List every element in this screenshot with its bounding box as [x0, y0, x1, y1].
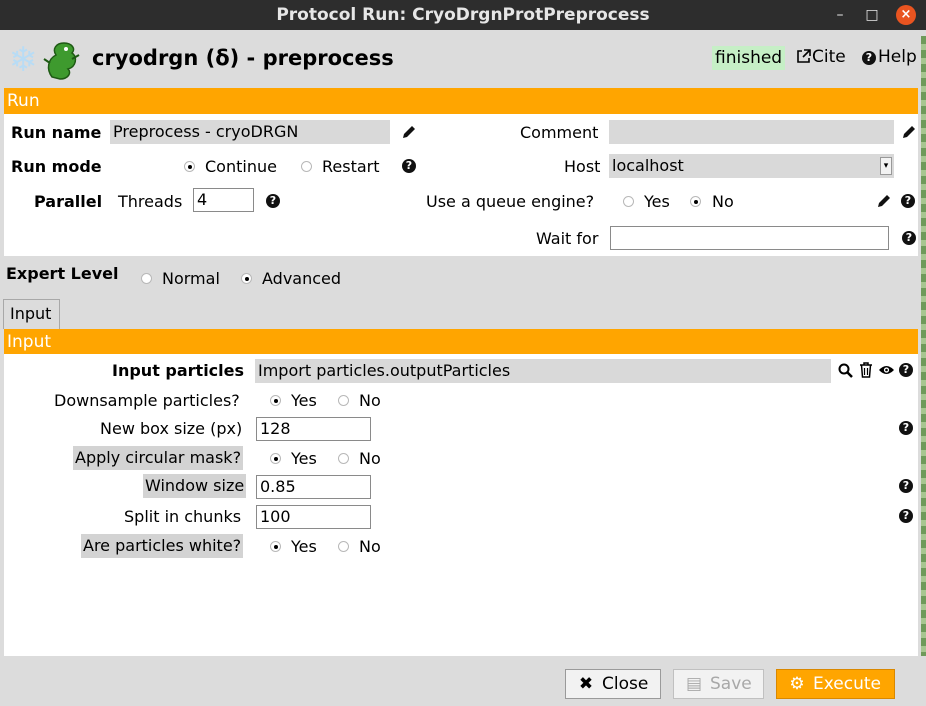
pencil-icon[interactable]: [401, 124, 417, 140]
input-section-header: Input: [4, 329, 918, 355]
close-window-icon[interactable]: ×: [896, 5, 916, 25]
window-size-help-icon[interactable]: ?: [899, 479, 913, 493]
threads-label: Threads: [118, 192, 183, 211]
close-button[interactable]: ✖ Close: [565, 669, 661, 699]
search-icon[interactable]: [838, 363, 853, 378]
box-size-help-icon[interactable]: ?: [899, 421, 913, 435]
downsample-yes-radio[interactable]: [270, 395, 281, 406]
expert-advanced-label: Advanced: [262, 269, 342, 288]
execute-button[interactable]: ⚙ Execute: [776, 669, 895, 699]
threads-help-icon[interactable]: ?: [266, 194, 280, 208]
parallel-label: Parallel: [34, 192, 103, 211]
run-mode-restart-label: Restart: [322, 157, 380, 176]
expert-level-label: Expert Level: [6, 264, 119, 283]
chunks-label: Split in chunks: [124, 507, 242, 526]
wait-for-help-icon[interactable]: ?: [902, 231, 916, 245]
white-yes-radio[interactable]: [270, 541, 281, 552]
mask-no-radio[interactable]: [338, 453, 349, 464]
save-button-label: Save: [710, 674, 752, 694]
mask-yes-radio[interactable]: [270, 453, 281, 464]
background-window-edge: [921, 36, 926, 656]
comment-field[interactable]: [609, 120, 894, 144]
window-size-input[interactable]: 0.85: [256, 475, 371, 499]
help-label: Help: [878, 47, 917, 67]
comment-pencil-icon[interactable]: [901, 124, 917, 140]
threads-input[interactable]: 4: [193, 188, 254, 212]
wait-for-label: Wait for: [536, 229, 599, 248]
downsample-no-radio[interactable]: [338, 395, 349, 406]
mask-no-label: No: [359, 449, 381, 468]
window-size-label: Window size: [143, 474, 247, 498]
input-particles-field[interactable]: Import particles.outputParticles: [255, 359, 831, 383]
cite-label: Cite: [812, 47, 846, 67]
maximize-icon[interactable]: □: [864, 7, 880, 23]
save-icon: ▤: [685, 674, 703, 694]
external-link-icon: [797, 49, 811, 63]
queue-no-radio[interactable]: [690, 196, 701, 207]
queue-label: Use a queue engine?: [426, 192, 595, 211]
run-name-label: Run name: [11, 123, 102, 142]
white-particles-label: Are particles white?: [81, 534, 244, 558]
downsample-label: Downsample particles?: [54, 391, 240, 410]
white-yes-label: Yes: [291, 537, 317, 556]
downsample-yes-label: Yes: [291, 391, 317, 410]
mask-yes-label: Yes: [291, 449, 317, 468]
mask-label: Apply circular mask?: [73, 446, 244, 470]
window-title: Protocol Run: CryoDrgnProtPreprocess: [276, 5, 650, 25]
run-mode-help-icon[interactable]: ?: [402, 159, 416, 173]
status-badge: finished: [712, 46, 786, 70]
queue-pencil-icon[interactable]: [876, 193, 892, 209]
queue-no-label: No: [712, 192, 734, 211]
run-mode-continue-radio[interactable]: [184, 161, 195, 172]
queue-yes-radio[interactable]: [623, 196, 634, 207]
expert-normal-label: Normal: [162, 269, 220, 288]
eye-icon[interactable]: [878, 364, 895, 376]
trash-icon[interactable]: [859, 362, 873, 378]
chunks-input[interactable]: 100: [256, 505, 371, 529]
box-size-label: New box size (px): [100, 419, 243, 438]
snowflake-logo-icon: ❄: [8, 40, 38, 80]
queue-yes-label: Yes: [644, 192, 670, 211]
host-label: Host: [564, 157, 601, 176]
execute-button-label: Execute: [813, 674, 881, 694]
downsample-no-label: No: [359, 391, 381, 410]
host-select[interactable]: localhost: [609, 154, 894, 178]
close-icon: ✖: [578, 674, 594, 694]
help-link[interactable]: ? Help: [862, 47, 917, 67]
input-particles-help-icon[interactable]: ?: [899, 363, 913, 377]
run-section-header: Run: [4, 88, 918, 114]
close-button-label: Close: [602, 674, 649, 694]
minimize-icon[interactable]: –: [832, 7, 848, 23]
expert-advanced-radio[interactable]: [241, 273, 252, 284]
white-no-radio[interactable]: [338, 541, 349, 552]
help-icon: ?: [862, 51, 876, 65]
white-no-label: No: [359, 537, 381, 556]
comment-label: Comment: [520, 123, 599, 142]
window-titlebar: Protocol Run: CryoDrgnProtPreprocess – □…: [0, 0, 926, 30]
chunks-help-icon[interactable]: ?: [899, 509, 913, 523]
chevron-down-icon[interactable]: ▾: [880, 157, 892, 175]
dragon-logo-icon: [43, 42, 80, 80]
box-size-input[interactable]: 128: [256, 417, 371, 441]
cite-link[interactable]: Cite: [796, 47, 846, 67]
run-name-field[interactable]: Preprocess - cryoDRGN: [110, 120, 390, 144]
expert-normal-radio[interactable]: [141, 273, 152, 284]
tab-input[interactable]: Input: [3, 299, 60, 329]
queue-help-icon[interactable]: ?: [901, 194, 915, 208]
wait-for-input[interactable]: [610, 226, 889, 250]
run-mode-continue-label: Continue: [205, 157, 277, 176]
save-button[interactable]: ▤ Save: [673, 669, 764, 699]
gears-icon: ⚙: [789, 674, 805, 694]
run-mode-label: Run mode: [11, 157, 102, 176]
protocol-title: cryodrgn (δ) - preprocess: [92, 46, 394, 70]
run-mode-restart-radio[interactable]: [301, 161, 312, 172]
input-particles-label: Input particles: [112, 361, 245, 380]
